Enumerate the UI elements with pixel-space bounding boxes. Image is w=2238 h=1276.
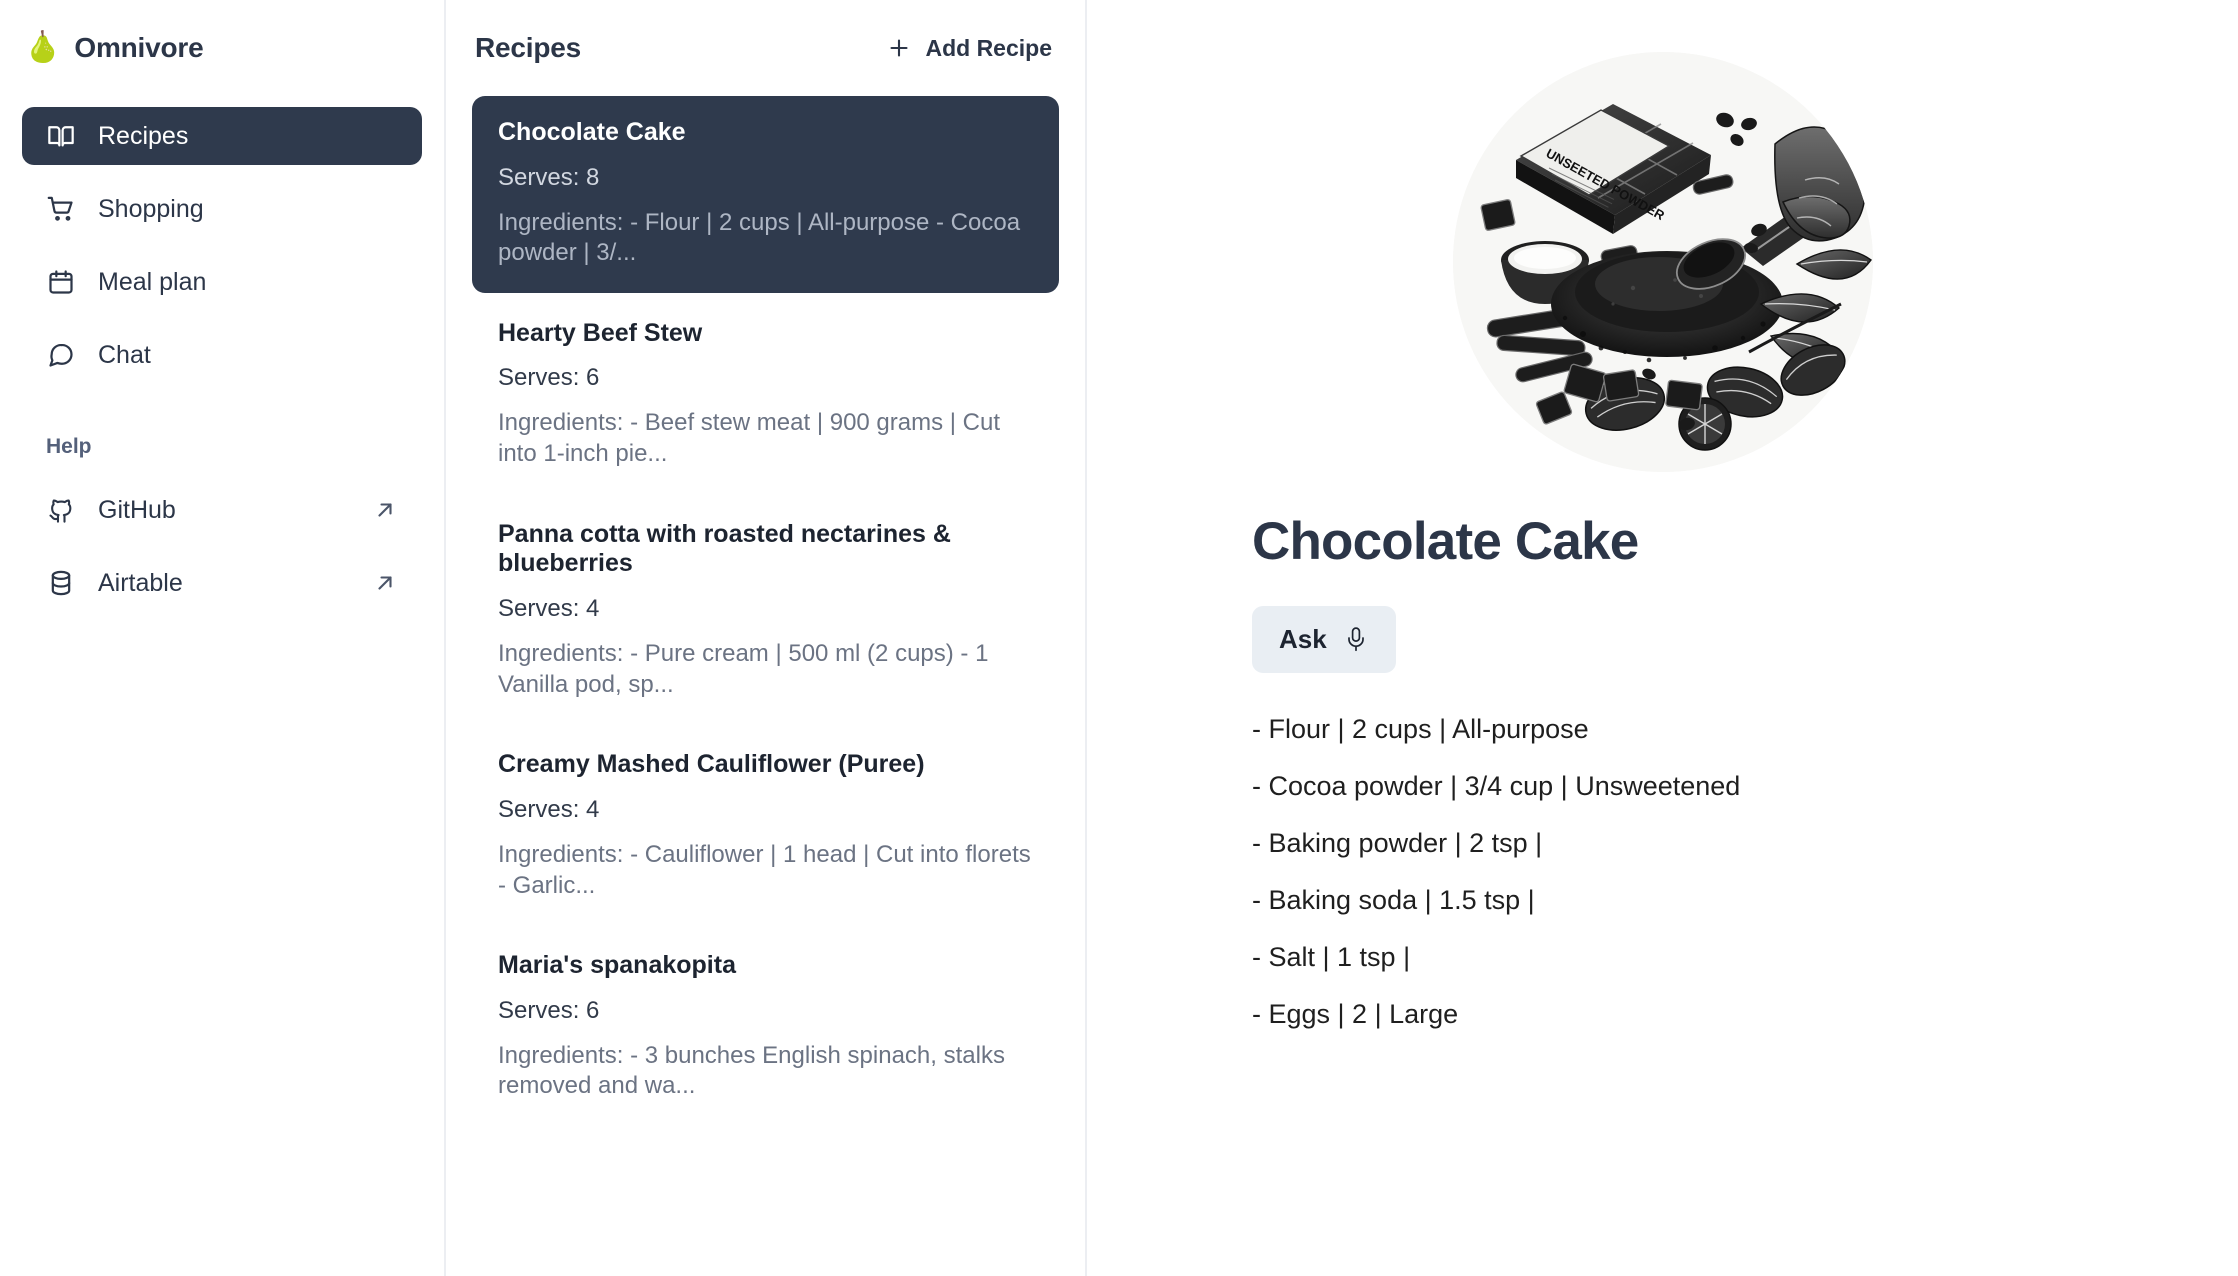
sidebar-item-label: Chat — [98, 340, 151, 369]
recipe-detail-panel: UNSEETED POWDER Chocolate Cake Ask - Flo… — [1087, 0, 2238, 1276]
recipe-list-item[interactable]: Panna cotta with roasted nectarines & bl… — [472, 498, 1059, 724]
app-root: 🍐 Omnivore Recipes Shopping Meal plan Ch… — [0, 0, 2238, 1276]
recipe-list-item[interactable]: Hearty Beef Stew Serves: 6 Ingredients: … — [472, 297, 1059, 494]
sidebar-nav: Recipes Shopping Meal plan Chat Help Git… — [22, 107, 422, 612]
recipe-name: Maria's spanakopita — [498, 951, 736, 980]
message-circle-icon — [46, 340, 76, 370]
sidebar-item-label: Meal plan — [98, 267, 207, 296]
external-link-arrow-icon — [372, 497, 398, 523]
add-recipe-label: Add Recipe — [925, 34, 1052, 61]
recipe-ingredients-preview: Ingredients: - Beef stew meat | 900 gram… — [498, 409, 1001, 468]
recipe-image-container: UNSEETED POWDER — [1087, 0, 2238, 472]
recipe-serves: Serves: 8 — [498, 163, 600, 191]
recipe-serves: Serves: 4 — [498, 795, 600, 823]
recipe-detail-body: Chocolate Cake Ask - Flour | 2 cups | Al… — [1087, 511, 2238, 1028]
add-recipe-button[interactable]: Add Recipe — [887, 35, 1052, 62]
sidebar-item-recipes[interactable]: Recipes — [22, 107, 422, 165]
book-open-icon — [46, 121, 76, 151]
brand-name: Omnivore — [74, 32, 204, 63]
sidebar-item-meal-plan[interactable]: Meal plan — [22, 253, 422, 311]
recipe-name: Creamy Mashed Cauliflower (Puree) — [498, 750, 925, 779]
sidebar-item-chat[interactable]: Chat — [22, 326, 422, 384]
brand: 🍐 Omnivore — [22, 0, 422, 96]
calendar-icon — [46, 267, 76, 297]
recipe-serves: Serves: 4 — [498, 594, 600, 622]
recipe-ingredients-preview: Ingredients: - Cauliflower | 1 head | Cu… — [498, 840, 1031, 899]
recipe-list-item[interactable]: Creamy Mashed Cauliflower (Puree) Serves… — [472, 728, 1059, 925]
sidebar-item-shopping[interactable]: Shopping — [22, 180, 422, 238]
sidebar-item-airtable[interactable]: Airtable — [22, 554, 422, 612]
sidebar-item-label: Airtable — [98, 568, 183, 597]
ask-button[interactable]: Ask — [1252, 606, 1396, 673]
ingredient-line: - Salt | 1 tsp | — [1252, 942, 1411, 972]
ingredient-line: - Eggs | 2 | Large — [1252, 999, 1459, 1029]
ingredient-line: - Flour | 2 cups | All-purpose — [1252, 714, 1589, 744]
sidebar-item-label: Shopping — [98, 194, 204, 223]
ingredient-line: - Cocoa powder | 3/4 cup | Unsweetened — [1252, 771, 1741, 801]
ingredient-line: - Baking soda | 1.5 tsp | — [1252, 885, 1535, 915]
recipe-list: Chocolate Cake Serves: 8 Ingredients: - … — [446, 96, 1085, 1126]
sidebar: 🍐 Omnivore Recipes Shopping Meal plan Ch… — [0, 0, 446, 1276]
sidebar-item-label: GitHub — [98, 495, 176, 524]
recipe-ingredients-preview: Ingredients: - 3 bunches English spinach… — [498, 1041, 1005, 1100]
external-link-arrow-icon — [372, 570, 398, 596]
recipe-name: Panna cotta with roasted nectarines & bl… — [498, 519, 951, 578]
ingredient-line: - Baking powder | 2 tsp | — [1252, 828, 1543, 858]
recipe-ingredients-preview: Ingredients: - Flour | 2 cups | All-purp… — [498, 208, 1021, 267]
database-icon — [46, 568, 76, 598]
ask-button-label: Ask — [1279, 624, 1327, 654]
page-title: Chocolate Cake — [1252, 512, 1639, 571]
recipe-list-panel: Recipes Add Recipe Chocolate Cake Serves… — [446, 0, 1087, 1276]
cocoa-powder-illustration: UNSEETED POWDER — [1452, 52, 1873, 472]
sidebar-item-label: Recipes — [98, 121, 189, 150]
microphone-icon — [1344, 626, 1369, 654]
recipe-serves: Serves: 6 — [498, 364, 600, 392]
recipe-name: Hearty Beef Stew — [498, 318, 703, 347]
shopping-cart-icon — [46, 194, 76, 224]
recipe-list-header: Recipes Add Recipe — [446, 0, 1085, 96]
recipe-name: Chocolate Cake — [498, 118, 686, 146]
sidebar-section-help: Help — [46, 435, 92, 458]
ingredients-list: - Flour | 2 cups | All-purpose - Cocoa p… — [1252, 716, 2238, 1028]
recipe-list-item[interactable]: Maria's spanakopita Serves: 6 Ingredient… — [472, 929, 1059, 1126]
recipe-ingredients-preview: Ingredients: - Pure cream | 500 ml (2 cu… — [498, 639, 989, 698]
github-icon — [46, 495, 76, 525]
panel-title: Recipes — [475, 32, 581, 63]
recipe-list-item[interactable]: Chocolate Cake Serves: 8 Ingredients: - … — [472, 96, 1059, 293]
pear-icon: 🍐 — [24, 31, 62, 64]
sidebar-item-github[interactable]: GitHub — [22, 481, 422, 539]
plus-icon — [887, 36, 911, 60]
recipe-serves: Serves: 6 — [498, 996, 600, 1024]
